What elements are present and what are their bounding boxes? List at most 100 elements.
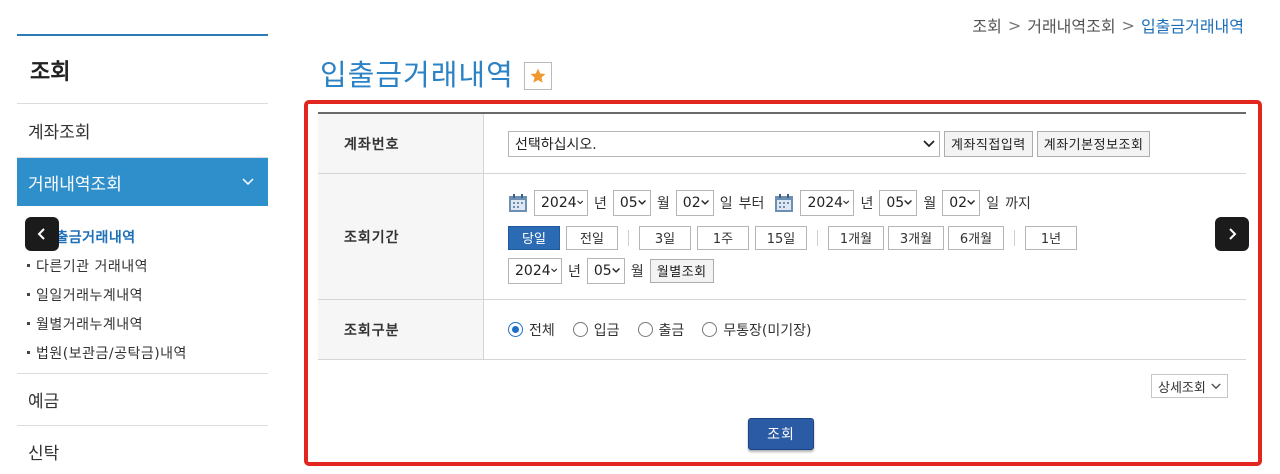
unit-day: 일 — [719, 195, 733, 212]
from-year-select[interactable]: 2024 — [534, 189, 588, 216]
unit-month: 월 — [630, 263, 644, 280]
radio-circle — [572, 322, 588, 337]
unit-year: 년 — [594, 195, 607, 212]
type-label: 조회구분 — [318, 300, 484, 359]
unit-year: 년 — [860, 195, 874, 212]
chevron-down-icon — [843, 200, 850, 205]
page-title-text: 입출금거래내역 — [320, 58, 514, 92]
monthly-inquiry-button[interactable]: 월별조회 — [649, 258, 714, 283]
select-value: 2024 — [807, 194, 844, 211]
sidebar-title: 조회 — [17, 36, 268, 104]
sub-item-deposit-withdrawal[interactable]: 입출금거래내역 — [27, 222, 268, 251]
to-month-select[interactable]: 05 — [879, 189, 918, 216]
unit-month: 월 — [923, 195, 937, 212]
breadcrumb-item-inquiry[interactable]: 조회 — [972, 13, 1001, 37]
sub-item-label: 월별거래누계내역 — [36, 316, 144, 333]
chevron-down-icon — [576, 200, 583, 205]
to-year-select[interactable]: 2024 — [800, 189, 855, 216]
quick-3days-button[interactable]: 3일 — [639, 225, 691, 250]
radio-label: 출금 — [658, 322, 685, 339]
to-day-select[interactable]: 02 — [942, 189, 981, 216]
unit-year: 년 — [568, 263, 581, 280]
bullet-icon — [27, 264, 30, 267]
sidebar-item-account-inquiry[interactable]: 계좌조회 — [17, 104, 268, 158]
sidebar-item-transaction-inquiry[interactable]: 거래내역조회 — [17, 158, 268, 206]
quick-6months-button[interactable]: 6개월 — [948, 225, 1004, 250]
quick-1year-button[interactable]: 1년 — [1025, 225, 1077, 250]
monthly-month-select[interactable]: 05 — [586, 257, 625, 284]
sidebar: 조회 계좌조회 거래내역조회 입출금거래내역 다른기관 거래내역 일일거래누계내… — [17, 34, 268, 474]
radio-all[interactable]: 전체 — [508, 320, 555, 340]
unit-month: 월 — [656, 195, 670, 212]
star-icon — [530, 68, 546, 83]
radio-withdrawal[interactable]: 출금 — [637, 320, 685, 340]
account-label: 계좌번호 — [318, 114, 484, 173]
chevron-down-icon — [967, 199, 976, 205]
select-value: 2024 — [515, 262, 551, 279]
chevron-down-icon — [242, 174, 254, 190]
account-select[interactable]: 선택하십시오. — [508, 130, 940, 157]
prev-arrow-button[interactable] — [25, 217, 59, 251]
sub-item-label: 법원(보관금/공탁금)내역 — [36, 345, 187, 362]
quick-today-button[interactable]: 당일 — [508, 225, 560, 250]
radio-label: 입금 — [593, 322, 620, 339]
breadcrumb: 조회 > 거래내역조회 > 입출금거래내역 — [972, 13, 1244, 37]
radio-circle — [508, 322, 523, 337]
select-value: 02 — [949, 194, 968, 211]
chevron-down-icon — [611, 267, 620, 273]
detail-inquiry-label: 상세조회 — [1158, 380, 1206, 396]
select-value: 05 — [886, 194, 905, 211]
page-title: 입출금거래내역 — [320, 52, 552, 94]
radio-label: 전체 — [529, 322, 555, 339]
sub-item-label: 일일거래누계내역 — [36, 287, 144, 304]
bullet-icon — [27, 322, 30, 325]
breadcrumb-separator: > — [1007, 15, 1022, 35]
sidebar-item-label: 계좌조회 — [28, 123, 91, 143]
period-row: 조회기간 2024 년 05 월 02 일 부터 2024 년 05 월 02 … — [318, 174, 1246, 300]
account-info-button[interactable]: 계좌기본정보조회 — [1036, 130, 1151, 157]
from-month-select[interactable]: 05 — [612, 189, 651, 216]
calendar-icon[interactable] — [508, 193, 528, 213]
sidebar-item-label: 거래내역조회 — [28, 174, 122, 195]
monthly-year-select[interactable]: 2024 — [508, 257, 562, 284]
favorite-button[interactable] — [523, 62, 552, 90]
divider — [817, 229, 818, 246]
sub-item-monthly-cumulative[interactable]: 월별거래누계내역 — [27, 309, 268, 338]
radio-circle — [637, 322, 653, 337]
sidebar-item-label: 예금 — [28, 392, 60, 412]
chevron-down-icon — [637, 199, 646, 205]
breadcrumb-item-transaction[interactable]: 거래내역조회 — [1027, 13, 1115, 37]
select-value: 2024 — [541, 194, 577, 211]
sidebar-item-trust[interactable]: 신탁 — [17, 426, 268, 474]
unit-day: 일 — [986, 195, 1000, 212]
chevron-down-icon — [550, 268, 557, 273]
sub-item-other-institution[interactable]: 다른기관 거래내역 — [27, 251, 268, 280]
quick-3months-button[interactable]: 3개월 — [888, 225, 944, 250]
radio-label: 무통장(미기장) — [723, 322, 812, 339]
radio-deposit[interactable]: 입금 — [572, 320, 620, 340]
select-value: 05 — [593, 262, 612, 279]
chevron-down-icon — [1211, 382, 1221, 389]
radio-unrecorded[interactable]: 무통장(미기장) — [702, 320, 812, 340]
breadcrumb-current: 입출금거래내역 — [1140, 17, 1244, 36]
detail-inquiry-toggle[interactable]: 상세조회 — [1151, 374, 1228, 398]
from-day-select[interactable]: 02 — [675, 189, 714, 216]
quick-yesterday-button[interactable]: 전일 — [566, 225, 618, 250]
radio-circle — [702, 322, 718, 337]
quick-1month-button[interactable]: 1개월 — [828, 225, 884, 250]
quick-1week-button[interactable]: 1주 — [697, 225, 749, 250]
from-suffix: 부터 — [738, 195, 765, 212]
direct-account-input-button[interactable]: 계좌직접입력 — [944, 130, 1033, 157]
chevron-down-icon — [904, 199, 913, 205]
sidebar-item-label: 신탁 — [28, 444, 60, 464]
select-value: 02 — [682, 194, 701, 211]
sub-item-daily-cumulative[interactable]: 일일거래누계내역 — [27, 280, 268, 309]
sub-item-court[interactable]: 법원(보관금/공탁금)내역 — [27, 338, 268, 367]
submit-inquiry-button[interactable]: 조회 — [748, 418, 814, 450]
sidebar-item-deposit[interactable]: 예금 — [17, 374, 268, 426]
to-suffix: 까지 — [1005, 195, 1031, 212]
quick-15days-button[interactable]: 15일 — [755, 225, 807, 250]
divider — [1014, 229, 1015, 246]
chevron-down-icon — [700, 199, 709, 205]
calendar-icon[interactable] — [774, 193, 794, 213]
